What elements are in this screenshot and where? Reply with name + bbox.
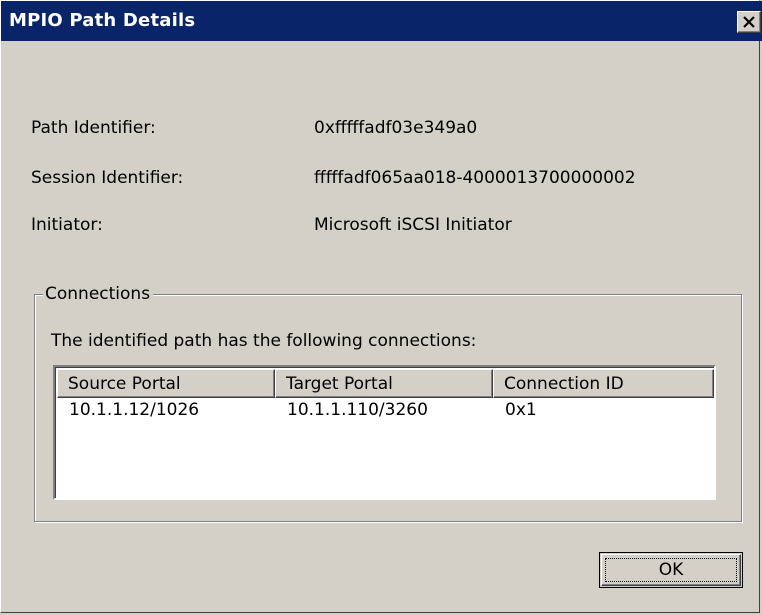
column-header-source-portal[interactable]: Source Portal <box>57 369 275 398</box>
title-bar[interactable]: MPIO Path Details <box>1 1 762 41</box>
list-header: Source Portal Target Portal Connection I… <box>57 369 714 398</box>
dialog-title: MPIO Path Details <box>9 10 196 31</box>
column-header-connection-id[interactable]: Connection ID <box>493 369 714 398</box>
connections-list[interactable]: Source Portal Target Portal Connection I… <box>53 365 716 500</box>
target-portal-cell: 10.1.1.110/3260 <box>287 400 428 420</box>
connection-id-cell: 0x1 <box>505 400 537 420</box>
initiator-label: Initiator: <box>31 215 103 235</box>
dialog-window: MPIO Path Details Path Identifier: 0xfff… <box>0 0 762 613</box>
ok-button-label: OK <box>658 560 684 580</box>
close-button[interactable] <box>737 11 761 33</box>
table-row[interactable]: 10.1.1.12/1026 10.1.1.110/3260 0x1 <box>57 400 712 424</box>
session-identifier-label: Session Identifier: <box>31 168 184 188</box>
source-portal-cell: 10.1.1.12/1026 <box>69 400 200 420</box>
initiator-value: Microsoft iSCSI Initiator <box>314 215 512 235</box>
session-identifier-value: fffffadf065aa018-4000013700000002 <box>314 168 636 188</box>
column-header-target-portal[interactable]: Target Portal <box>275 369 493 398</box>
path-identifier-value: 0xfffffadf03e349a0 <box>314 118 478 138</box>
connections-description: The identified path has the following co… <box>51 331 477 351</box>
ok-button[interactable]: OK <box>599 552 743 588</box>
connections-group-title: Connections <box>43 284 154 304</box>
close-icon <box>743 16 755 28</box>
path-identifier-label: Path Identifier: <box>31 118 156 138</box>
